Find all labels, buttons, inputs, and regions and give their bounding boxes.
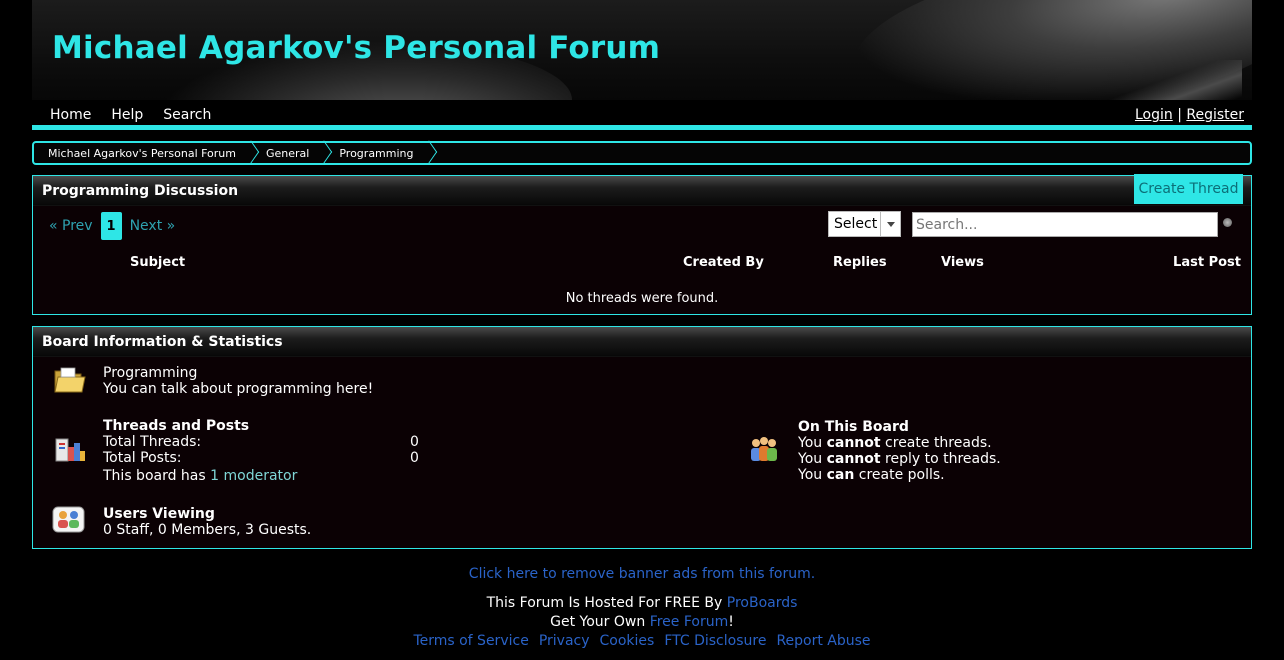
column-created-by[interactable]: Created By <box>683 255 764 270</box>
board-description: You can talk about programming here! <box>103 381 374 397</box>
moderator-link[interactable]: 1 moderator <box>210 468 297 484</box>
empty-threads-message: No threads were found. <box>565 291 719 306</box>
main-nav: Home Help Search Login | Register <box>32 100 1252 130</box>
chevron-down-icon <box>880 212 900 236</box>
users-group-icon <box>747 435 781 465</box>
column-replies[interactable]: Replies <box>833 255 887 270</box>
free-forum-link[interactable]: Free Forum <box>650 614 729 630</box>
search-status-icon[interactable] <box>1223 218 1232 227</box>
terms-link[interactable]: Terms of Service <box>413 633 528 649</box>
threads-header: Programming Discussion Create Thread <box>33 174 1251 206</box>
section-title: Board Information & Statistics <box>42 334 283 350</box>
on-board-title: On This Board <box>798 419 909 435</box>
remove-ads-link[interactable]: Click here to remove banner ads from thi… <box>469 566 815 582</box>
users-viewing-title: Users Viewing <box>103 506 215 522</box>
column-last-post[interactable]: Last Post <box>1173 255 1241 270</box>
thread-search-input[interactable]: Search... <box>912 212 1218 237</box>
permission-create-threads: You cannot create threads. <box>798 435 992 451</box>
ftc-disclosure-link[interactable]: FTC Disclosure <box>664 633 766 649</box>
register-link[interactable]: Register <box>1186 107 1244 123</box>
breadcrumb: Michael Agarkov's Personal Forum General… <box>32 141 1252 165</box>
login-link[interactable]: Login <box>1135 107 1173 123</box>
prev-page-link[interactable]: « Prev <box>49 218 93 234</box>
breadcrumb-item-programming[interactable]: Programming <box>339 143 443 163</box>
total-threads-value: 0 <box>410 434 419 450</box>
thread-action-select[interactable]: Select <box>828 211 901 237</box>
stats-icon <box>53 435 87 465</box>
pagination: « Prev 1 Next » <box>49 212 175 240</box>
total-posts-value: 0 <box>410 450 419 466</box>
moderator-info: This board has 1 moderator <box>103 468 298 484</box>
threads-section: Programming Discussion Create Thread « P… <box>32 174 1252 315</box>
report-abuse-link[interactable]: Report Abuse <box>776 633 870 649</box>
chevron-right-icon <box>422 143 434 163</box>
proboards-link[interactable]: ProBoards <box>727 595 798 611</box>
forum-banner: Michael Agarkov's Personal Forum <box>32 0 1252 100</box>
users-viewing-text: 0 Staff, 0 Members, 3 Guests. <box>103 522 312 538</box>
board-info-section: Board Information & Statistics Programmi… <box>32 326 1252 549</box>
create-thread-button[interactable]: Create Thread <box>1134 174 1243 204</box>
chevron-right-icon <box>317 143 329 163</box>
board-info-header: Board Information & Statistics <box>33 327 1251 357</box>
nav-separator: | <box>1177 107 1182 123</box>
get-own-forum-row: Get Your Own Free Forum! <box>550 614 734 630</box>
section-title: Programming Discussion <box>42 183 239 199</box>
board-name: Programming <box>103 365 198 381</box>
forum-title[interactable]: Michael Agarkov's Personal Forum <box>52 30 660 66</box>
privacy-link[interactable]: Privacy <box>539 633 590 649</box>
total-posts-label: Total Posts: <box>103 450 182 466</box>
folder-icon <box>53 365 87 395</box>
column-subject[interactable]: Subject <box>130 255 185 270</box>
current-page[interactable]: 1 <box>100 212 122 240</box>
hosted-by-row: This Forum Is Hosted For FREE By ProBoar… <box>486 595 798 611</box>
nav-home[interactable]: Home <box>50 107 91 123</box>
remove-ads-row: Click here to remove banner ads from thi… <box>0 566 1284 582</box>
footer-links: Terms of Service Privacy Cookies FTC Dis… <box>0 633 1284 649</box>
next-page-link[interactable]: Next » <box>130 218 176 234</box>
cookies-link[interactable]: Cookies <box>600 633 655 649</box>
nav-help[interactable]: Help <box>111 107 143 123</box>
breadcrumb-item-forum[interactable]: Michael Agarkov's Personal Forum <box>48 143 266 163</box>
breadcrumb-item-general[interactable]: General <box>266 143 339 163</box>
permission-reply-threads: You cannot reply to threads. <box>798 451 1001 467</box>
permission-create-polls: You can create polls. <box>798 467 945 483</box>
threads-posts-title: Threads and Posts <box>103 418 250 434</box>
chevron-right-icon <box>244 143 256 163</box>
total-threads-label: Total Threads: <box>103 434 202 450</box>
banner-decoration <box>1092 60 1242 100</box>
column-views[interactable]: Views <box>941 255 984 270</box>
nav-search[interactable]: Search <box>163 107 211 123</box>
users-viewing-icon <box>52 505 86 535</box>
